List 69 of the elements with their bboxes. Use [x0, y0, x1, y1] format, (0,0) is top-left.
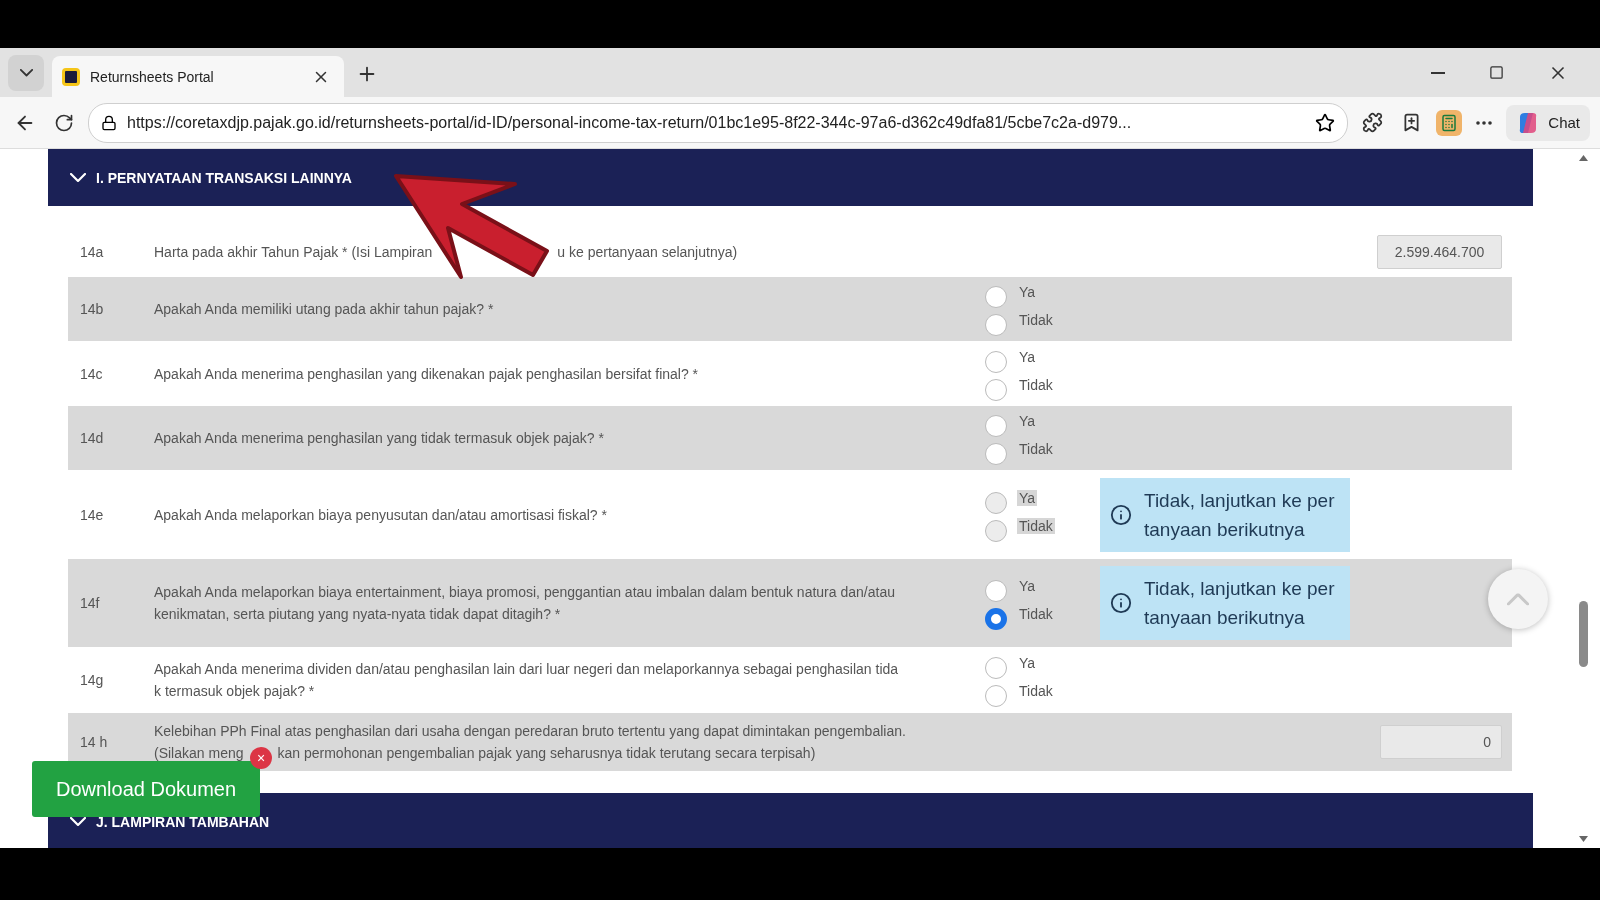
question-number: 14 h: [80, 734, 108, 750]
chat-button[interactable]: Chat: [1506, 104, 1590, 141]
question-text: Apakah Anda memiliki utang pada akhir tahun pajak? *: [154, 300, 494, 319]
question-text: kan permohonan pengembalian pajak yang seharusnya tidak terutang secara terpisah): [277, 744, 816, 763]
question-number: 14e: [80, 506, 104, 523]
radio-label: Ya: [1018, 578, 1037, 594]
radio-label: Ya: [1018, 655, 1037, 671]
info-note: Tidak, lanjutkan ke per tanyaan berikutnya: [1100, 477, 1350, 552]
radio-label: Tidak: [1018, 683, 1054, 699]
lock-icon: [101, 114, 117, 131]
calculator-icon: [1440, 113, 1459, 132]
radio-button[interactable]: [985, 415, 1007, 437]
question-number: 14g: [80, 672, 104, 688]
puzzle-icon: [1362, 112, 1384, 133]
minimize-icon: [1431, 71, 1445, 74]
radio-label: Tidak: [1018, 606, 1054, 622]
scroll-down-icon[interactable]: [1579, 836, 1588, 842]
question-text: (Silakan meng: [154, 744, 244, 763]
radio-button[interactable]: [985, 314, 1007, 336]
browser-tab[interactable]: Returnsheets Portal: [52, 56, 344, 97]
radio-label: Tidak: [1018, 312, 1054, 328]
question-text: Kelebihan PPh Final atas penghasilan dari usaha dengan peredaran bruto tertentu yang dapat dimintakan pengembalian.: [154, 722, 907, 741]
question-number: 14f: [80, 595, 100, 611]
amount-field[interactable]: 2.599.464.700: [1377, 234, 1502, 269]
section-header[interactable]: I. PERNYATAAN TRANSAKSI LAINNYA: [48, 149, 1533, 206]
maximize-icon: [1489, 65, 1504, 80]
scrollbar-thumb[interactable]: [1579, 601, 1588, 667]
radio-button[interactable]: [985, 608, 1007, 630]
scroll-up-icon[interactable]: [1579, 155, 1588, 161]
radio-label: Ya: [1017, 489, 1038, 506]
radio-button[interactable]: [985, 685, 1007, 707]
radio-label: Tidak: [1017, 517, 1055, 534]
url-text: https://coretaxdjp.pajak.go.id/returnsheets-portal/id-ID/personal-income-tax-return/01bc1e95-8f22-344c-97a6-d362c49dfa81/5cbe7c2a-d979...: [127, 113, 1133, 132]
address-bar[interactable]: https://coretaxdjp.pajak.go.id/returnsheets-portal/id-ID/personal-income-tax-return/01bc1e95-8f22-344c-97a6-d362c49dfa81/5cbe7c2a-d979...: [88, 102, 1349, 143]
radio-label: Ya: [1018, 284, 1037, 300]
radio-button[interactable]: [985, 657, 1007, 679]
question-text: Apakah Anda menerima dividen dan/atau penghasilan lain dari luar negeri dan melaporkannya sebagai penghasilan tida k termasuk objek pajak? *: [154, 660, 899, 701]
amount-field[interactable]: 0: [1380, 725, 1502, 759]
radio-button[interactable]: [985, 378, 1007, 401]
radio-label: Tidak: [1018, 376, 1054, 393]
question-text: Harta pada akhir Tahun Pajak * (Isi Lampiran: [154, 242, 433, 262]
reload-icon: [54, 112, 74, 133]
site-favicon-icon: [62, 67, 80, 86]
chevron-up-icon: [1507, 592, 1529, 606]
radio-label: Ya: [1018, 348, 1037, 365]
question-text: Apakah Anda melaporkan biaya entertainment, biaya promosi, penggantian atau imbalan dalam bentuk natura dan/atau kenikmatan, serta piutang yang nyata-nyata tidak dapat ditagih? *: [154, 583, 895, 624]
radio-button[interactable]: [985, 350, 1007, 373]
favorite-star-icon[interactable]: [1315, 112, 1336, 133]
tab-title: Returnsheets Portal: [90, 68, 215, 85]
question-text: Apakah Anda melaporkan biaya penyusutan dan/atau amortisasi fiskal? *: [154, 505, 607, 525]
chevron-down-icon: [19, 69, 33, 77]
question-text: u ke pertanyaan selanjutnya): [557, 242, 738, 262]
question-number: 14b: [80, 301, 104, 317]
radio-button[interactable]: [985, 443, 1007, 465]
radio-label: Ya: [1018, 413, 1037, 429]
question-number: 14d: [80, 430, 104, 446]
radio-button[interactable]: [985, 286, 1007, 308]
more-icon: [1476, 120, 1493, 125]
radio-button[interactable]: [985, 580, 1007, 602]
tab-list-button[interactable]: [8, 55, 44, 91]
calculator-button[interactable]: [1436, 109, 1463, 136]
question-text: Apakah Anda menerima penghasilan yang dikenakan pajak penghasilan bersifat final? *: [154, 364, 699, 384]
radio-label: Tidak: [1018, 441, 1054, 457]
info-icon: [1110, 592, 1132, 614]
info-icon: [1110, 503, 1132, 526]
info-note: Tidak, lanjutkan ke per tanyaan berikutnya: [1100, 566, 1350, 640]
question-number: 14c: [80, 365, 103, 382]
question-text: Apakah Anda menerima penghasilan yang tidak termasuk objek pajak? *: [154, 429, 604, 448]
question-number: 14a: [80, 243, 104, 260]
